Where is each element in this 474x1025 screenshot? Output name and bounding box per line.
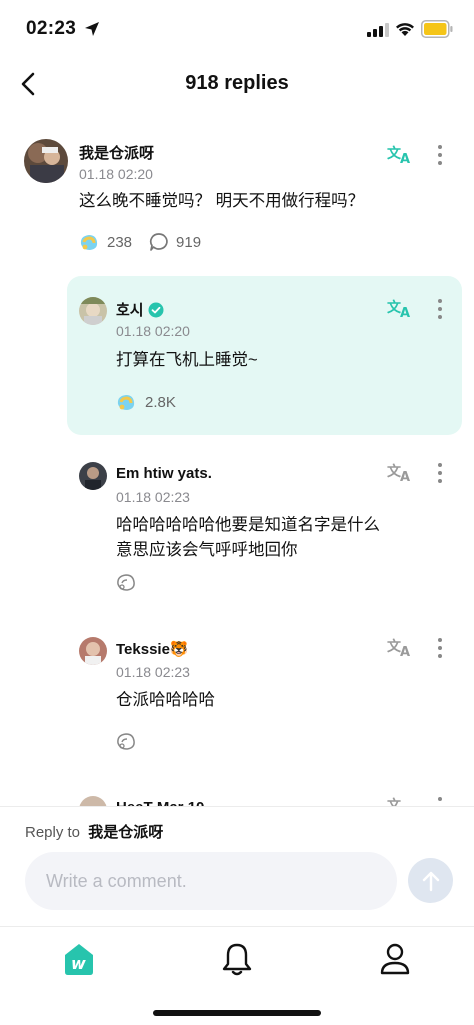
comment-text: 打算在飞机上睡觉~	[116, 351, 258, 369]
nav-header: 918 replies	[0, 56, 474, 112]
more-options-icon[interactable]	[430, 637, 450, 659]
comment-composer: Reply to 我是仓派呀	[0, 806, 474, 926]
status-time: 02:23	[26, 18, 77, 39]
like-count: 238	[107, 233, 133, 251]
battery-icon	[421, 20, 453, 38]
bottom-tab-bar: w	[0, 926, 474, 1025]
comment-actions: 2.8K	[115, 392, 176, 412]
arrow-up-icon	[422, 871, 439, 891]
comment-input[interactable]	[25, 852, 397, 910]
cellular-signal-icon	[367, 23, 389, 37]
tab-profile[interactable]	[375, 939, 415, 979]
comment-actions: 238 919	[78, 232, 201, 252]
reply-icon[interactable]	[148, 232, 170, 252]
comment-text: 仓派哈哈哈哈	[116, 691, 215, 709]
comment-username[interactable]: 호시	[116, 299, 164, 320]
reply-count[interactable]: 919	[176, 234, 201, 251]
comment-username[interactable]: Em htiw yats.	[116, 465, 212, 482]
comment-username[interactable]: Tekssie🐯	[116, 640, 189, 658]
like-icon[interactable]	[115, 731, 137, 751]
like-count: 2.8K	[145, 393, 176, 411]
svg-text:A: A	[400, 470, 410, 483]
comment-username[interactable]: 我是仓派呀	[79, 142, 154, 163]
svg-text:A: A	[400, 152, 410, 165]
home-indicator	[153, 1010, 321, 1016]
reply-to-name: 我是仓派呀	[88, 824, 164, 841]
verified-badge-icon	[148, 302, 164, 317]
bell-icon	[222, 943, 252, 976]
like-icon[interactable]	[115, 392, 137, 412]
svg-text:A: A	[400, 306, 410, 319]
weverse-home-icon: w	[65, 944, 93, 975]
avatar[interactable]	[79, 637, 107, 665]
comment-date: 01.18 02:23	[116, 664, 190, 680]
comment-date: 01.18 02:20	[79, 166, 153, 182]
artist-name: 호시	[116, 302, 144, 319]
location-arrow-icon	[85, 22, 99, 36]
translate-icon[interactable]: 文 A	[387, 461, 413, 483]
reply-to-indicator: Reply to 我是仓派呀	[25, 821, 163, 842]
svg-text:w: w	[71, 954, 86, 973]
wifi-icon	[396, 23, 414, 36]
translate-icon[interactable]: 文 A	[387, 297, 413, 319]
tab-home[interactable]: w	[59, 939, 99, 979]
status-bar: 02:23	[0, 0, 474, 56]
translate-icon[interactable]: 文 A	[387, 143, 413, 165]
like-icon[interactable]	[115, 572, 137, 592]
comment-text-line: 意思应该会气呼呼地回你	[116, 541, 298, 559]
more-options-icon[interactable]	[430, 144, 450, 166]
page-title: 918 replies	[185, 72, 289, 94]
tab-notifications[interactable]	[217, 939, 257, 979]
more-options-icon[interactable]	[430, 462, 450, 484]
send-button[interactable]	[408, 858, 453, 903]
svg-text:A: A	[400, 645, 410, 658]
comment-date: 01.18 02:23	[116, 489, 190, 505]
translate-icon[interactable]: 文 A	[387, 636, 413, 658]
comment-text: 这么晚不睡觉吗？ 明天不用做行程吗？	[79, 192, 365, 210]
profile-icon	[380, 943, 410, 975]
comment-text-line: 哈哈哈哈哈哈他要是知道名字是什么	[116, 516, 380, 534]
reply-to-label: Reply to	[25, 824, 81, 841]
avatar[interactable]	[79, 297, 107, 325]
comment-date: 01.18 02:20	[116, 323, 190, 339]
avatar[interactable]	[24, 139, 68, 183]
like-icon[interactable]	[78, 232, 100, 252]
avatar[interactable]	[79, 462, 107, 490]
more-options-icon[interactable]	[430, 298, 450, 320]
